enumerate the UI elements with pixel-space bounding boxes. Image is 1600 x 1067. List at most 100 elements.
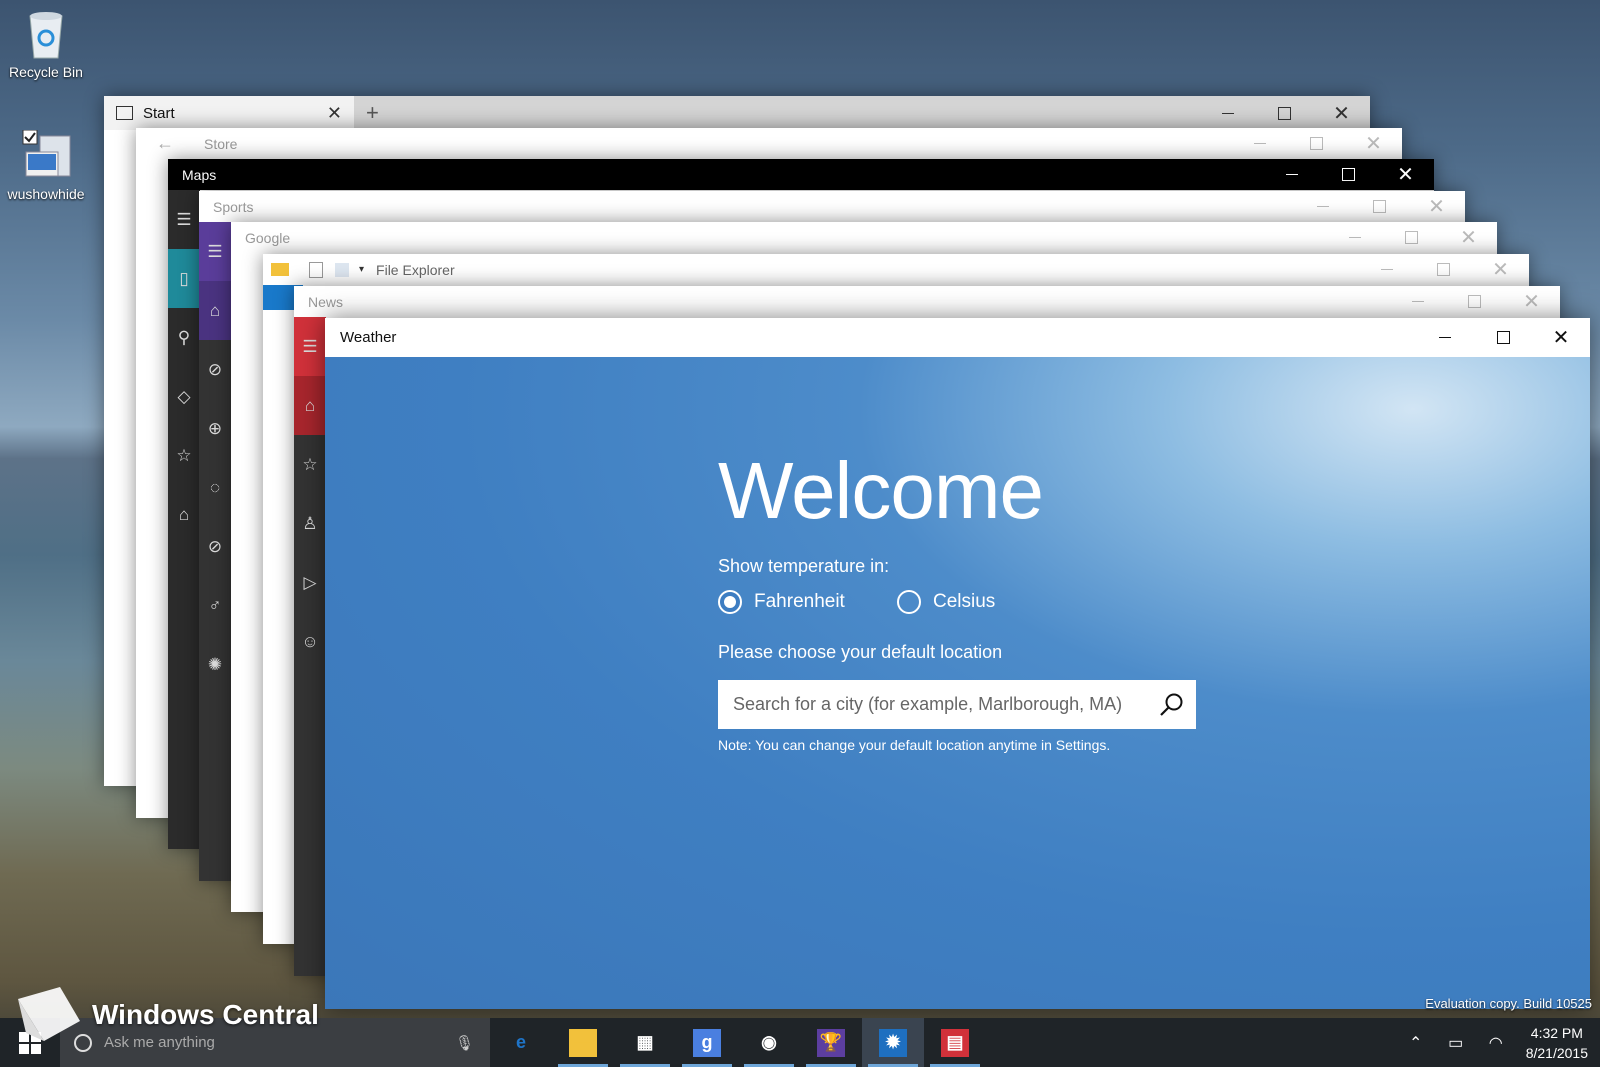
folder-icon bbox=[271, 263, 289, 276]
taskbar-app-file-explorer[interactable]: ▬ bbox=[552, 1018, 614, 1067]
hamburger-icon[interactable]: ☰ bbox=[199, 222, 231, 281]
home-icon[interactable]: ⌂ bbox=[199, 281, 231, 340]
location-search-input[interactable] bbox=[718, 680, 1148, 729]
minimize-button[interactable] bbox=[1199, 96, 1256, 130]
battery-icon[interactable]: ▭ bbox=[1436, 1033, 1476, 1053]
wushowhide-shortcut[interactable]: wushowhide bbox=[0, 129, 92, 202]
close-button[interactable]: ✕ bbox=[1532, 318, 1590, 357]
wushowhide-label: wushowhide bbox=[7, 186, 85, 202]
close-button[interactable]: ✕ bbox=[1408, 191, 1465, 222]
golf-icon[interactable]: ♂ bbox=[199, 576, 231, 635]
home-icon[interactable]: ⌂ bbox=[294, 376, 326, 435]
radio-unselected-icon[interactable] bbox=[897, 590, 921, 614]
baseball-icon[interactable]: ◌ bbox=[199, 458, 231, 517]
google-title-bar[interactable]: Google ✕ bbox=[231, 222, 1497, 253]
recycle-bin-label: Recycle Bin bbox=[9, 64, 83, 80]
properties-icon[interactable] bbox=[309, 261, 323, 278]
minimize-button[interactable] bbox=[1294, 191, 1351, 222]
close-button[interactable]: ✕ bbox=[1440, 222, 1497, 253]
sports-title: Sports bbox=[213, 198, 254, 215]
fahrenheit-label: Fahrenheit bbox=[754, 591, 845, 612]
news-title-bar[interactable]: News ✕ bbox=[294, 286, 1560, 317]
wifi-icon[interactable]: ◠ bbox=[1476, 1033, 1516, 1053]
hamburger-icon[interactable]: ☰ bbox=[168, 190, 200, 249]
minimize-button[interactable] bbox=[1389, 286, 1446, 317]
maximize-button[interactable] bbox=[1383, 222, 1440, 253]
store-icon: ▦ bbox=[636, 1032, 654, 1052]
weather-icon: ✹ bbox=[879, 1028, 907, 1057]
sports-title-bar[interactable]: Sports ✕ bbox=[199, 191, 1465, 222]
system-tray: ⌃ ▭ ◠ 4:32 PM 8/21/2015 bbox=[1396, 1018, 1600, 1067]
minimize-button[interactable] bbox=[1263, 159, 1320, 190]
search-icon[interactable]: ⚲ bbox=[168, 308, 200, 367]
close-button[interactable]: ✕ bbox=[1503, 286, 1560, 317]
minimize-button[interactable] bbox=[1416, 318, 1474, 357]
soccer-icon[interactable]: ✺ bbox=[199, 635, 231, 694]
news-title: News bbox=[308, 293, 344, 310]
celsius-label: Celsius bbox=[933, 591, 996, 612]
directions-icon[interactable]: ◇ bbox=[168, 367, 200, 426]
microphone-icon[interactable]: 🎙 bbox=[455, 1034, 474, 1052]
maximize-button[interactable] bbox=[1288, 128, 1345, 159]
close-button[interactable]: ✕ bbox=[1472, 254, 1529, 285]
location-label: Please choose your default location bbox=[718, 642, 1003, 662]
settings-note: Note: You can change your default locati… bbox=[718, 737, 1111, 753]
local-icon[interactable]: ♙ bbox=[294, 494, 326, 553]
hockey-icon[interactable]: ⊘ bbox=[199, 517, 231, 576]
new-tab-button[interactable]: + bbox=[366, 100, 379, 126]
file-explorer-icon: ▬ bbox=[569, 1028, 597, 1057]
video-icon[interactable]: ▷ bbox=[294, 553, 326, 612]
app-shortcut-icon bbox=[22, 129, 71, 182]
location-search-box[interactable] bbox=[718, 680, 1196, 729]
weather-title-bar[interactable]: Weather ✕ bbox=[325, 318, 1590, 357]
map-icon[interactable]: ▯ bbox=[168, 249, 200, 308]
basketball-icon[interactable]: ⊕ bbox=[199, 399, 231, 458]
celsius-radio[interactable]: Celsius bbox=[897, 590, 995, 614]
close-button[interactable]: ✕ bbox=[1313, 96, 1370, 130]
maximize-button[interactable] bbox=[1351, 191, 1408, 222]
start-title-bar[interactable]: Start ✕ + ✕ bbox=[104, 96, 1370, 130]
radio-selected-icon[interactable] bbox=[718, 590, 742, 614]
favorites-icon[interactable]: ☆ bbox=[168, 426, 200, 485]
maximize-button[interactable] bbox=[1256, 96, 1313, 130]
maximize-button[interactable] bbox=[1446, 286, 1503, 317]
windows-central-logo: Windows Central bbox=[14, 985, 319, 1045]
minimize-button[interactable] bbox=[1231, 128, 1288, 159]
close-button[interactable]: ✕ bbox=[1345, 128, 1402, 159]
store-title-bar[interactable]: ← Store ✕ bbox=[136, 128, 1402, 159]
search-icon[interactable] bbox=[1148, 680, 1196, 729]
taskbar-app-maps[interactable]: ◉ bbox=[738, 1018, 800, 1067]
new-folder-icon[interactable] bbox=[335, 262, 349, 277]
recycle-bin[interactable]: Recycle Bin bbox=[0, 8, 92, 80]
clock[interactable]: 4:32 PM 8/21/2015 bbox=[1516, 1023, 1600, 1063]
smiley-icon[interactable]: ☺ bbox=[294, 612, 326, 671]
close-tab-icon[interactable]: ✕ bbox=[327, 103, 342, 124]
taskbar-app-google[interactable]: g bbox=[676, 1018, 738, 1067]
back-arrow-icon[interactable]: ← bbox=[136, 133, 174, 154]
close-button[interactable]: ✕ bbox=[1377, 159, 1434, 190]
fahrenheit-radio[interactable]: Fahrenheit bbox=[718, 590, 845, 614]
maximize-button[interactable] bbox=[1474, 318, 1532, 357]
maximize-button[interactable] bbox=[1320, 159, 1377, 190]
taskbar-app-store[interactable]: ▦ bbox=[614, 1018, 676, 1067]
taskbar-app-news[interactable]: ▤ bbox=[924, 1018, 986, 1067]
news-icon: ▤ bbox=[941, 1028, 969, 1057]
file-explorer-title-bar[interactable]: ▾ File Explorer ✕ bbox=[263, 254, 1529, 285]
taskbar-app-edge[interactable]: e bbox=[490, 1018, 552, 1067]
lock-icon[interactable]: ⌂ bbox=[168, 485, 200, 544]
minimize-button[interactable] bbox=[1326, 222, 1383, 253]
favorites-icon[interactable]: ☆ bbox=[294, 435, 326, 494]
store-title: Store bbox=[204, 135, 238, 152]
taskbar-app-weather[interactable]: ✹ bbox=[862, 1018, 924, 1067]
maximize-button[interactable] bbox=[1415, 254, 1472, 285]
minimize-button[interactable] bbox=[1358, 254, 1415, 285]
chevron-up-icon[interactable]: ⌃ bbox=[1396, 1033, 1436, 1053]
maps-icon: ◉ bbox=[761, 1032, 777, 1052]
start-tab-title: Start bbox=[143, 104, 175, 122]
start-tab[interactable]: Start ✕ bbox=[104, 96, 354, 130]
maps-title-bar[interactable]: Maps ✕ bbox=[168, 159, 1434, 190]
football-icon[interactable]: ⊘ bbox=[199, 340, 231, 399]
weather-window[interactable]: Weather ✕ Welcome Show temperature in: F… bbox=[325, 318, 1590, 1009]
hamburger-icon[interactable]: ☰ bbox=[294, 317, 326, 376]
taskbar-app-sports[interactable]: 🏆 bbox=[800, 1018, 862, 1067]
